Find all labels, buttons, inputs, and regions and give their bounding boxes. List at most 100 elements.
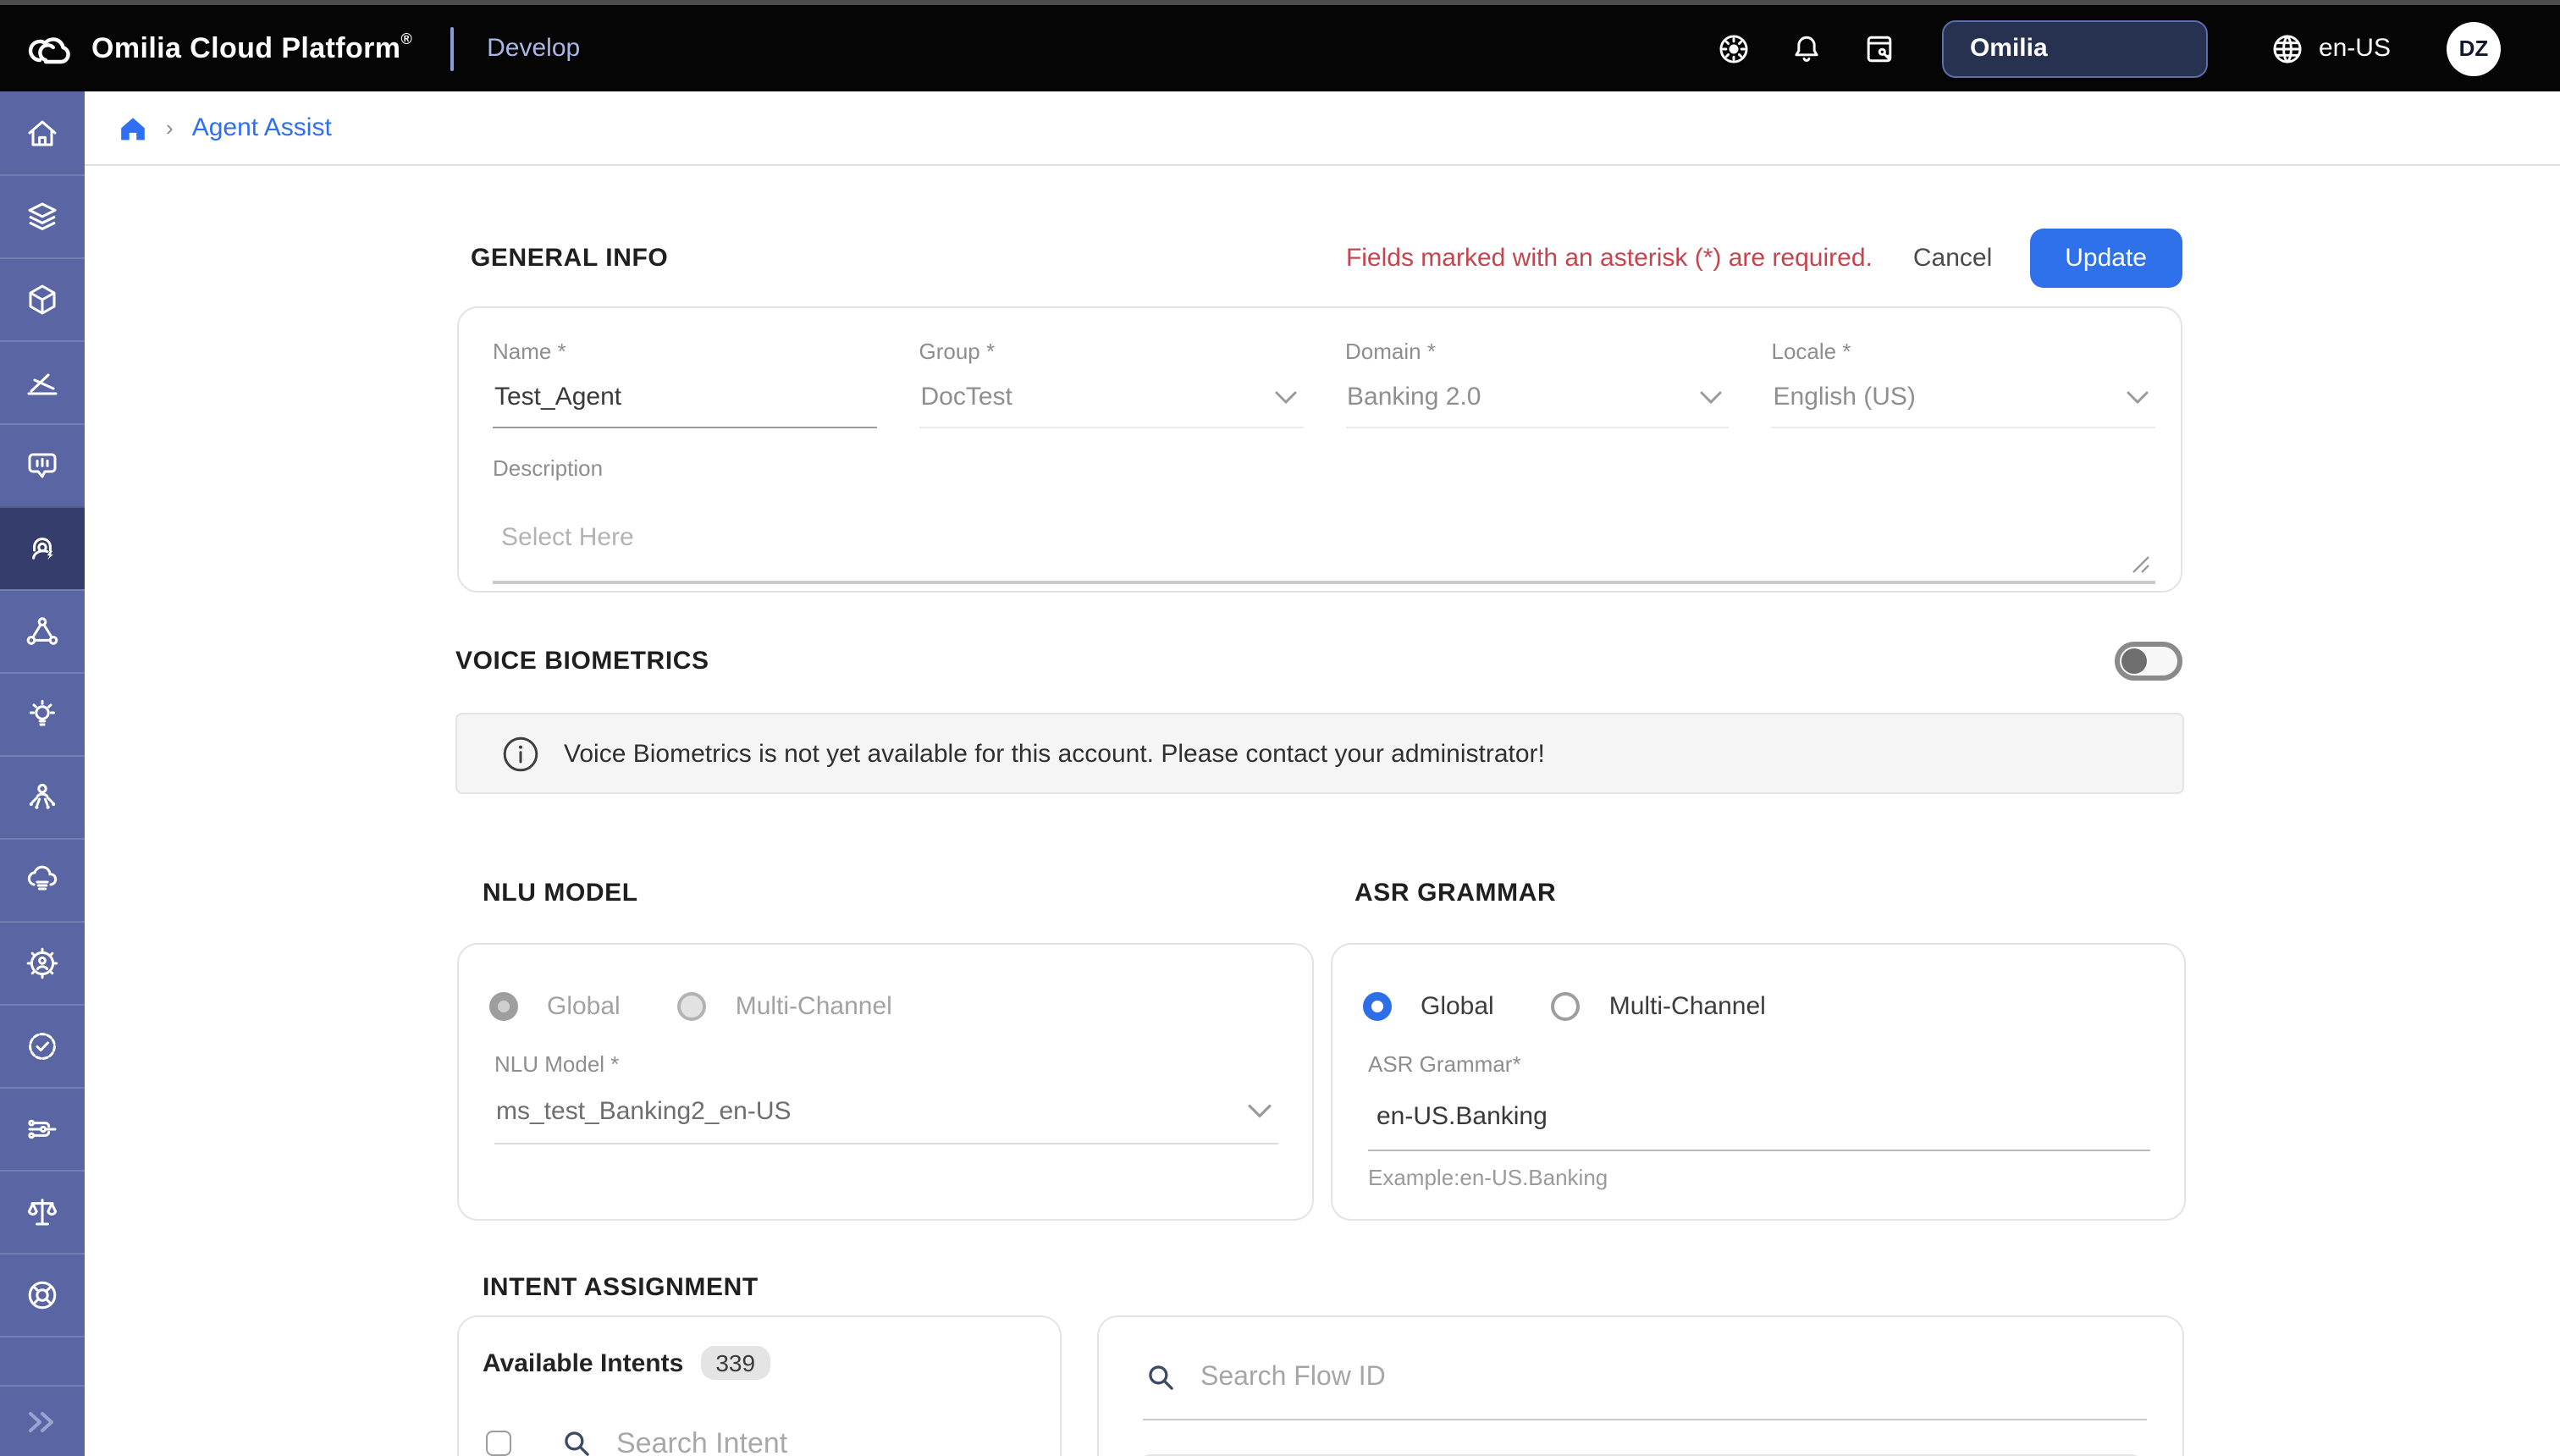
group-select[interactable]: DocTest	[919, 383, 1304, 428]
search-intent-input[interactable]	[616, 1426, 870, 1456]
user-network-icon	[22, 777, 63, 818]
sidebar-item-life-ring[interactable]	[0, 1253, 85, 1336]
top-bar: Omilia Cloud Platform® Develop	[0, 5, 2560, 91]
brand-title: Omilia Cloud Platform®	[91, 31, 412, 65]
name-input[interactable]	[493, 383, 877, 428]
tenant-selector[interactable]: Omilia	[1943, 19, 2209, 77]
chevron-down-icon	[1701, 390, 1723, 404]
breadcrumb-separator: ›	[166, 115, 174, 141]
name-label: Name *	[493, 339, 877, 364]
sidebar-item-home[interactable]	[0, 91, 85, 174]
helm-settings-icon[interactable]	[1716, 30, 1753, 67]
sidebar-item-user-network[interactable]	[0, 755, 85, 838]
home-icon	[22, 113, 63, 153]
chat-metrics-icon	[22, 445, 63, 486]
nlu-model-select[interactable]: ms_test_Banking2_en-US	[494, 1097, 1278, 1144]
nlu-model-field: NLU Model * ms_test_Banking2_en-US	[494, 1051, 1278, 1144]
omilia-cloud-logo-icon	[24, 30, 74, 67]
sidebar-item-cube[interactable]	[0, 257, 85, 340]
locale-select[interactable]: English (US)	[1772, 383, 2156, 428]
badge-check-icon	[22, 1026, 63, 1067]
topbar-divider	[450, 26, 453, 70]
circuit-icon	[22, 1109, 63, 1150]
locale-switcher[interactable]: en-US	[2270, 30, 2391, 67]
sidebar-item-chat-metrics[interactable]	[0, 423, 85, 506]
select-all-intents-checkbox[interactable]	[486, 1431, 511, 1456]
sidebar-item-cloud[interactable]	[0, 838, 85, 921]
update-button[interactable]: Update	[2029, 228, 2182, 287]
general-info-header: GENERAL INFO Fields marked with an aster…	[457, 227, 2182, 288]
avatar-initials: DZ	[2459, 36, 2489, 61]
release-notes-icon[interactable]	[1862, 30, 1899, 67]
asr-multi-channel-radio[interactable]	[1552, 992, 1581, 1021]
available-intents-count-badge: 339	[700, 1346, 770, 1380]
locale-label: en-US	[2319, 34, 2391, 63]
available-intents-label: Available Intents	[483, 1348, 683, 1377]
sidebar-nav	[0, 91, 85, 1456]
description-textarea[interactable]	[493, 499, 2155, 584]
breadcrumb-current[interactable]: Agent Assist	[192, 113, 332, 142]
asr-multi-channel-label: Multi-Channel	[1609, 992, 1766, 1021]
general-info-heading: GENERAL INFO	[471, 243, 668, 272]
cancel-button[interactable]: Cancel	[1913, 243, 1992, 272]
sidebar-item-agent-assist[interactable]	[0, 506, 85, 589]
cloud-lines-icon	[22, 860, 63, 901]
asr-grammar-input[interactable]	[1368, 1097, 2150, 1151]
alert-message: Voice Biometrics is not yet available fo…	[564, 739, 1545, 768]
chevrons-right-icon	[24, 1406, 61, 1437]
voice-biometrics-heading: VOICE BIOMETRICS	[455, 647, 709, 676]
sidebar-item-lightbulb[interactable]	[0, 672, 85, 755]
resize-handle-icon[interactable]	[2132, 555, 2150, 574]
domain-label: Domain *	[1345, 339, 1730, 364]
voice-biometrics-toggle[interactable]	[2115, 642, 2182, 681]
asr-grammar-field: ASR Grammar* Example:en-US.Banking	[1368, 1051, 2150, 1190]
sidebar-expand-button[interactable]	[0, 1385, 85, 1456]
sidebar-item-user-gear[interactable]	[0, 921, 85, 1004]
search-flow-id-input[interactable]	[1200, 1362, 2147, 1393]
section-label: Develop	[487, 34, 580, 63]
chevron-down-icon	[1248, 1104, 1272, 1119]
lightbulb-icon	[22, 694, 63, 735]
nlu-multi-channel-radio	[678, 992, 707, 1021]
sidebar-item-layers[interactable]	[0, 174, 85, 257]
life-ring-icon	[22, 1275, 63, 1315]
required-fields-note: Fields marked with an asterisk (*) are r…	[1346, 243, 1873, 272]
nlu-model-label: NLU Model *	[494, 1051, 1278, 1077]
asr-global-radio[interactable]	[1363, 992, 1392, 1021]
set-square-icon	[22, 362, 63, 403]
asr-global-label: Global	[1421, 992, 1494, 1021]
description-field: Description	[459, 428, 2181, 584]
sidebar-item-network[interactable]	[0, 589, 85, 672]
registered-mark: ®	[400, 30, 412, 47]
domain-select[interactable]: Banking 2.0	[1345, 383, 1730, 428]
app-window: Omilia Cloud Platform® Develop	[0, 0, 2560, 1456]
locale-value: English (US)	[1774, 383, 1916, 411]
info-icon	[501, 734, 540, 773]
breadcrumb-home-icon[interactable]	[119, 114, 147, 141]
intent-search-row	[459, 1380, 1060, 1456]
description-label: Description	[493, 455, 2155, 481]
nlu-global-radio	[489, 992, 518, 1021]
name-field: Name *	[493, 339, 877, 428]
sidebar-item-circuit[interactable]	[0, 1087, 85, 1170]
chevron-down-icon	[2127, 390, 2149, 404]
toggle-knob	[2121, 648, 2147, 674]
breadcrumb: › Agent Assist	[85, 91, 2560, 166]
voice-biometrics-alert: Voice Biometrics is not yet available fo…	[455, 713, 2184, 794]
sidebar-item-scales[interactable]	[0, 1170, 85, 1253]
nlu-model-value: ms_test_Banking2_en-US	[496, 1097, 792, 1126]
asr-grammar-card: Global Multi-Channel ASR Grammar* Exampl…	[1331, 943, 2186, 1221]
asr-grammar-label: ASR Grammar*	[1368, 1051, 2150, 1077]
nlu-model-heading: NLU MODEL	[483, 879, 638, 907]
sidebar-item-badge-check[interactable]	[0, 1004, 85, 1087]
chevron-down-icon	[1274, 390, 1296, 404]
network-icon	[22, 611, 63, 652]
sidebar-item-ruler[interactable]	[0, 340, 85, 423]
tenant-name: Omilia	[1970, 34, 2048, 63]
group-label: Group *	[919, 339, 1304, 364]
notifications-bell-icon[interactable]	[1789, 30, 1826, 67]
intent-assignment-heading: INTENT ASSIGNMENT	[483, 1273, 759, 1302]
domain-value: Banking 2.0	[1347, 383, 1481, 411]
user-avatar[interactable]: DZ	[2447, 21, 2501, 75]
voice-biometrics-header: VOICE BIOMETRICS	[455, 642, 2182, 681]
